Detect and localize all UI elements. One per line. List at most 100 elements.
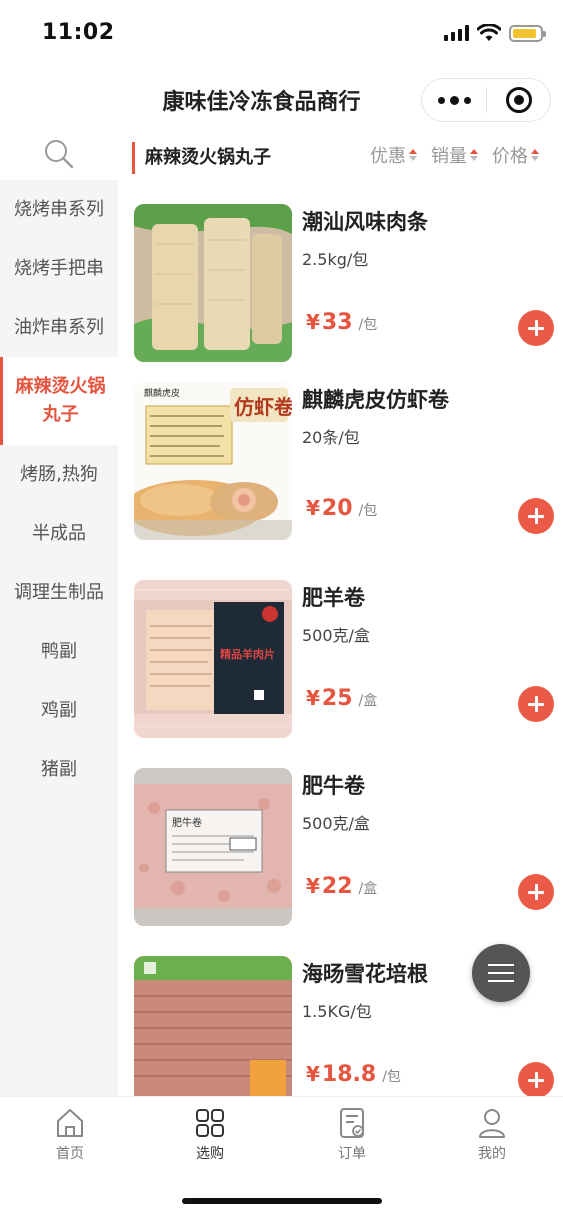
product-image: [134, 204, 292, 362]
price-symbol: ¥: [306, 496, 320, 520]
tab-label: 选购: [196, 1146, 224, 1162]
category-item[interactable]: 烤肠,热狗: [0, 445, 118, 504]
product-spec: 1.5KG/包: [302, 1002, 372, 1021]
price-unit: /盒: [358, 693, 378, 709]
product-name: 肥牛卷: [302, 774, 365, 798]
category-sidebar: 烧烤串系列 烧烤手把串 油炸串系列 麻辣烫火锅丸子 烤肠,热狗 半成品 调理生制…: [0, 128, 118, 1096]
more-options-button[interactable]: [422, 79, 486, 121]
category-item-active[interactable]: 麻辣烫火锅丸子: [0, 357, 118, 445]
price-value: 25: [321, 686, 353, 711]
sort-arrows-icon: [409, 149, 417, 161]
sort-label: 优惠: [370, 146, 406, 167]
sort-arrows-icon: [531, 149, 539, 161]
sort-arrows-icon: [470, 149, 478, 161]
hamburger-icon: [488, 964, 514, 966]
product-card[interactable]: 潮汕风味肉条 2.5kg/包 ¥ 33 /包: [134, 204, 554, 362]
product-image: [134, 956, 292, 1096]
close-mini-program-button[interactable]: [487, 87, 550, 113]
user-icon: [479, 1109, 505, 1138]
add-to-cart-button[interactable]: [518, 498, 554, 534]
category-item[interactable]: 烧烤串系列: [0, 180, 118, 239]
price-unit: /盒: [358, 881, 378, 897]
section-title: 麻辣烫火锅丸子: [132, 142, 271, 174]
product-name: 潮汕风味肉条: [302, 210, 428, 234]
add-to-cart-button[interactable]: [518, 1062, 554, 1096]
product-price: ¥ 25 /盒: [306, 686, 377, 711]
product-card[interactable]: 麒麟虎皮 仿虾卷 麒麟虎皮仿虾卷 20条/包 ¥ 20 /包: [134, 382, 554, 540]
product-image-label: 肥牛卷: [172, 816, 202, 829]
category-item[interactable]: 半成品: [0, 504, 118, 563]
sort-sales-button[interactable]: 销量: [431, 142, 478, 168]
wifi-icon: [477, 24, 501, 41]
product-name: 麒麟虎皮仿虾卷: [302, 388, 449, 412]
battery-level: [513, 28, 537, 38]
price-unit: /包: [358, 317, 378, 333]
category-item[interactable]: 鸭副: [0, 622, 118, 681]
sort-label: 价格: [492, 146, 528, 167]
order-icon: [340, 1108, 364, 1138]
product-card[interactable]: 精品羊肉片 肥羊卷 500克/盒 ¥ 25 /盒: [134, 580, 554, 738]
mini-program-capsule: [421, 78, 551, 122]
product-name: 肥羊卷: [302, 586, 365, 610]
add-to-cart-button[interactable]: [518, 686, 554, 722]
tab-profile[interactable]: 我的: [452, 1107, 532, 1163]
category-active-label: 麻辣烫火锅丸子: [15, 376, 106, 425]
tab-home[interactable]: 首页: [30, 1107, 110, 1163]
price-symbol: ¥: [306, 686, 320, 710]
product-spec: 500克/盒: [302, 814, 370, 833]
tab-label: 首页: [56, 1146, 84, 1162]
nav-bar: 康味佳冷冻食品商行: [0, 70, 563, 128]
product-image-badge: 精品羊肉片: [220, 647, 275, 661]
more-dots-icon: [437, 96, 445, 104]
price-value: 22: [321, 874, 353, 899]
status-time: 11:02: [42, 20, 115, 45]
category-item[interactable]: 猪副: [0, 740, 118, 799]
floating-menu-button[interactable]: [472, 944, 530, 1002]
price-unit: /包: [382, 1069, 401, 1085]
product-image-badge: 仿虾卷: [234, 395, 292, 419]
price-value: 20: [321, 496, 353, 521]
search-icon: [45, 140, 74, 169]
status-bar: 11:02: [0, 0, 563, 70]
add-to-cart-button[interactable]: [518, 874, 554, 910]
signal-icon: [444, 25, 469, 41]
target-icon: [505, 87, 532, 113]
product-spec: 20条/包: [302, 428, 360, 447]
tab-label: 订单: [338, 1146, 366, 1162]
home-indicator[interactable]: [182, 1198, 382, 1204]
category-item[interactable]: 烧烤手把串: [0, 239, 118, 298]
sort-label: 销量: [431, 146, 467, 167]
product-image-brand: 麒麟虎皮: [144, 387, 180, 398]
product-image: 麒麟虎皮 仿虾卷: [134, 382, 292, 540]
home-icon: [57, 1109, 83, 1137]
battery-icon: [509, 24, 546, 42]
category-item[interactable]: 油炸串系列: [0, 298, 118, 357]
price-symbol: ¥: [306, 1062, 320, 1086]
product-price: ¥ 33 /包: [306, 310, 377, 335]
price-value: 33: [321, 310, 353, 335]
page-title: 康味佳冷冻食品商行: [162, 90, 361, 115]
product-image: 肥牛卷: [134, 768, 292, 926]
sort-bar: 麻辣烫火锅丸子 优惠 销量 价格: [118, 128, 563, 186]
sort-price-button[interactable]: 价格: [492, 142, 539, 168]
add-to-cart-button[interactable]: [518, 310, 554, 346]
category-item[interactable]: 鸡副: [0, 681, 118, 740]
grid-icon: [196, 1109, 224, 1137]
price-symbol: ¥: [306, 310, 320, 334]
search-button[interactable]: [0, 128, 118, 180]
price-symbol: ¥: [306, 874, 320, 898]
product-spec: 2.5kg/包: [302, 250, 369, 269]
status-icons: [444, 24, 546, 42]
product-price: ¥ 20 /包: [306, 496, 377, 521]
sort-discount-button[interactable]: 优惠: [370, 142, 417, 168]
product-image: 精品羊肉片: [134, 580, 292, 738]
sort-options: 优惠 销量 价格: [370, 142, 539, 168]
tab-label: 我的: [478, 1146, 506, 1162]
tab-shop[interactable]: 选购: [170, 1107, 250, 1163]
price-value: 18.8: [321, 1062, 377, 1087]
product-card[interactable]: 肥牛卷 肥牛卷 500克/盒 ¥ 22 /盒: [134, 768, 554, 926]
product-price: ¥ 18.8 /包: [306, 1062, 401, 1087]
product-spec: 500克/盒: [302, 626, 370, 645]
tab-orders[interactable]: 订单: [312, 1107, 392, 1163]
category-item[interactable]: 调理生制品: [0, 563, 118, 622]
